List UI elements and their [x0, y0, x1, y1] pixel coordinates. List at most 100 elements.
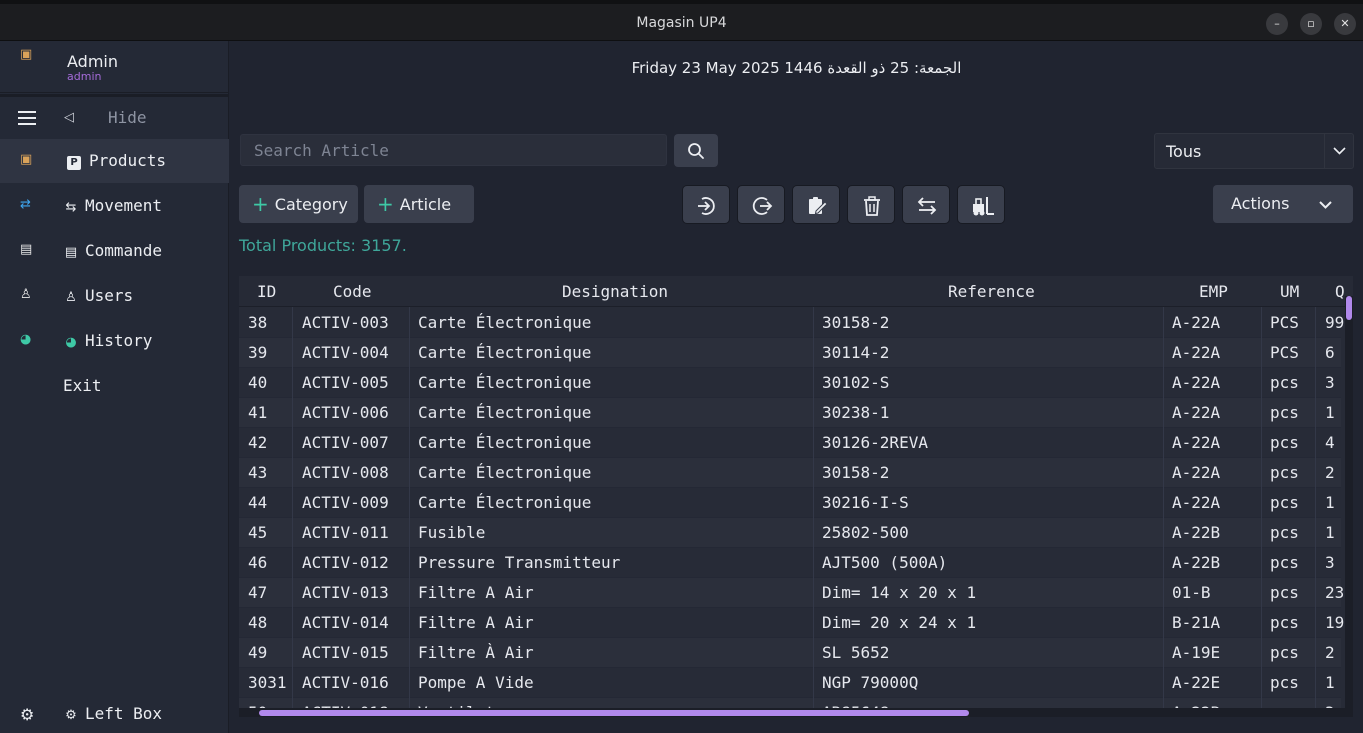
add-article-button[interactable]: + Article	[364, 185, 474, 223]
horizontal-scrollbar-thumb[interactable]	[259, 710, 969, 716]
column-header-quantity[interactable]: Q	[1335, 282, 1345, 301]
cell-reference: Dim= 20 x 24 x 1	[822, 613, 977, 632]
restore-icon[interactable]: ▫	[1300, 13, 1322, 35]
cell-id: 44	[248, 493, 268, 512]
cell-designation: Filtre A Air	[418, 583, 534, 602]
plus-icon: +	[377, 192, 394, 216]
sidebar-item-left-box[interactable]: ⚙ ⚙ Left Box	[0, 700, 229, 733]
table-row[interactable]: 45 ACTIV-011 Fusible 25802-500 A-22B pcs 1	[239, 518, 1341, 548]
cell-emp: A-22E	[1172, 673, 1221, 692]
cell-designation: Carte Électronique	[418, 313, 592, 332]
minimize-icon[interactable]: –	[1266, 13, 1288, 35]
column-header-id[interactable]: ID	[257, 282, 276, 301]
column-divider	[1315, 307, 1316, 717]
hide-button[interactable]: Hide	[108, 108, 147, 127]
product-icon: P	[67, 156, 81, 170]
table-row[interactable]: 3031 ACTIV-016 Pompe A Vide NGP 79000Q A-22E…	[239, 668, 1341, 698]
chevron-down-icon	[1333, 147, 1346, 155]
table-row[interactable]: 43 ACTIV-008 Carte Électronique 30158-2 A-22…	[239, 458, 1341, 488]
sidebar-item-label: Commande	[85, 241, 163, 260]
column-header-code[interactable]: Code	[333, 282, 372, 301]
search-input[interactable]	[241, 135, 666, 165]
search-button[interactable]	[674, 134, 718, 167]
stock-in-button[interactable]	[682, 185, 730, 224]
forklift-icon	[973, 197, 994, 216]
hamburger-menu-icon[interactable]	[18, 111, 36, 125]
cell-um: pcs	[1270, 523, 1299, 542]
edit-button[interactable]	[792, 185, 840, 224]
table-row[interactable]: 49 ACTIV-015 Filtre À Air SL 5652 A-19E pcs 2	[239, 638, 1341, 668]
cell-quantity: 2	[1325, 643, 1335, 662]
cell-quantity: 4	[1325, 433, 1335, 452]
cell-reference: 30102-S	[822, 373, 890, 392]
cell-code: ACTIV-015	[302, 643, 389, 662]
stock-out-button[interactable]	[737, 185, 785, 224]
dropdown-button[interactable]	[1324, 134, 1353, 168]
add-category-button[interactable]: + Category	[239, 185, 358, 223]
sidebar-item-exit[interactable]: Exit	[0, 364, 229, 408]
cell-id: 41	[248, 403, 268, 422]
close-icon[interactable]: ✕	[1334, 13, 1356, 35]
delete-button[interactable]	[847, 185, 895, 224]
cell-um: pcs	[1270, 463, 1299, 482]
column-header-um[interactable]: UM	[1280, 282, 1299, 301]
sidebar-item-commande[interactable]: ▤ ▤ Commande	[0, 229, 229, 273]
sidebar-item-label: Left Box	[85, 704, 163, 723]
search-box[interactable]	[240, 134, 667, 166]
total-products-label: Total Products: 3157.	[239, 236, 407, 255]
sidebar-item-history[interactable]: ◕ ◕ History	[0, 319, 229, 363]
forklift-button[interactable]	[957, 185, 1005, 224]
cell-id: 48	[248, 613, 268, 632]
cell-um: pcs	[1270, 643, 1299, 662]
cell-id: 46	[248, 553, 268, 572]
vertical-scrollbar[interactable]	[1345, 296, 1353, 717]
sidebar-item-users[interactable]: ♙ ♙ Users	[0, 274, 229, 318]
cell-id: 38	[248, 313, 268, 332]
cell-quantity: 1	[1325, 493, 1335, 512]
column-divider	[813, 307, 814, 717]
table-row[interactable]: 40 ACTIV-005 Carte Électronique 30102-S A-22…	[239, 368, 1341, 398]
column-header-reference[interactable]: Reference	[948, 282, 1035, 301]
clock-icon: ◕	[20, 332, 32, 347]
cell-emp: 01-B	[1172, 583, 1211, 602]
cell-code: ACTIV-007	[302, 433, 389, 452]
cell-quantity: 2	[1325, 463, 1335, 482]
actions-dropdown[interactable]: Actions	[1213, 185, 1353, 223]
sidebar-item-movement[interactable]: ⇄ ⇆ Movement	[0, 184, 229, 228]
column-divider	[1261, 307, 1262, 717]
column-header-designation[interactable]: Designation	[562, 282, 668, 301]
cell-reference: 30114-2	[822, 343, 890, 362]
table-row[interactable]: 38 ACTIV-003 Carte Électronique 30158-2 A-22…	[239, 308, 1344, 338]
category-filter-select[interactable]: Tous	[1154, 133, 1354, 169]
cell-emp: A-22A	[1172, 313, 1221, 332]
trash-icon	[864, 196, 880, 216]
table-row[interactable]: 41 ACTIV-006 Carte Électronique 30238-1 A-22…	[239, 398, 1341, 428]
transfer-button[interactable]	[902, 185, 950, 224]
cell-quantity: 3	[1325, 373, 1335, 392]
search-icon	[688, 143, 704, 159]
user-role: admin	[67, 70, 102, 83]
actions-label: Actions	[1231, 194, 1290, 213]
table-row[interactable]: 47 ACTIV-013 Filtre A Air Dim= 14 x 20 x 1 0…	[239, 578, 1344, 608]
caret-left-icon[interactable]: ◁	[64, 110, 74, 125]
table-row[interactable]: 42 ACTIV-007 Carte Électronique 30126-2REVA…	[239, 428, 1341, 458]
cell-id: 39	[248, 343, 268, 362]
table-row[interactable]: 44 ACTIV-009 Carte Électronique 30216-I-S A-…	[239, 488, 1341, 518]
repeat-icon: ⇄	[20, 197, 31, 212]
column-divider	[409, 307, 410, 717]
cell-um: pcs	[1270, 673, 1299, 692]
user-box: ▣ Admin admin	[0, 41, 229, 93]
table-row[interactable]: 39 ACTIV-004 Carte Électronique 30114-2 A-22…	[239, 338, 1341, 368]
hide-row[interactable]: ◁ Hide	[0, 98, 229, 138]
column-header-emp[interactable]: EMP	[1199, 282, 1228, 301]
cell-designation: Filtre À Air	[418, 643, 534, 662]
filter-selected-value: Tous	[1166, 142, 1202, 161]
vertical-scrollbar-thumb[interactable]	[1346, 296, 1352, 320]
cell-quantity: 3	[1325, 553, 1335, 572]
cell-designation: Fusible	[418, 523, 486, 542]
cell-reference: 30238-1	[822, 403, 890, 422]
table-row[interactable]: 48 ACTIV-014 Filtre A Air Dim= 20 x 24 x 1 B…	[239, 608, 1344, 638]
table-row[interactable]: 46 ACTIV-012 Pressure Transmitteur AJT500 (…	[239, 548, 1341, 578]
user-icon: ♙	[65, 290, 77, 305]
sidebar-item-products[interactable]: ▣ P Products	[0, 139, 229, 183]
